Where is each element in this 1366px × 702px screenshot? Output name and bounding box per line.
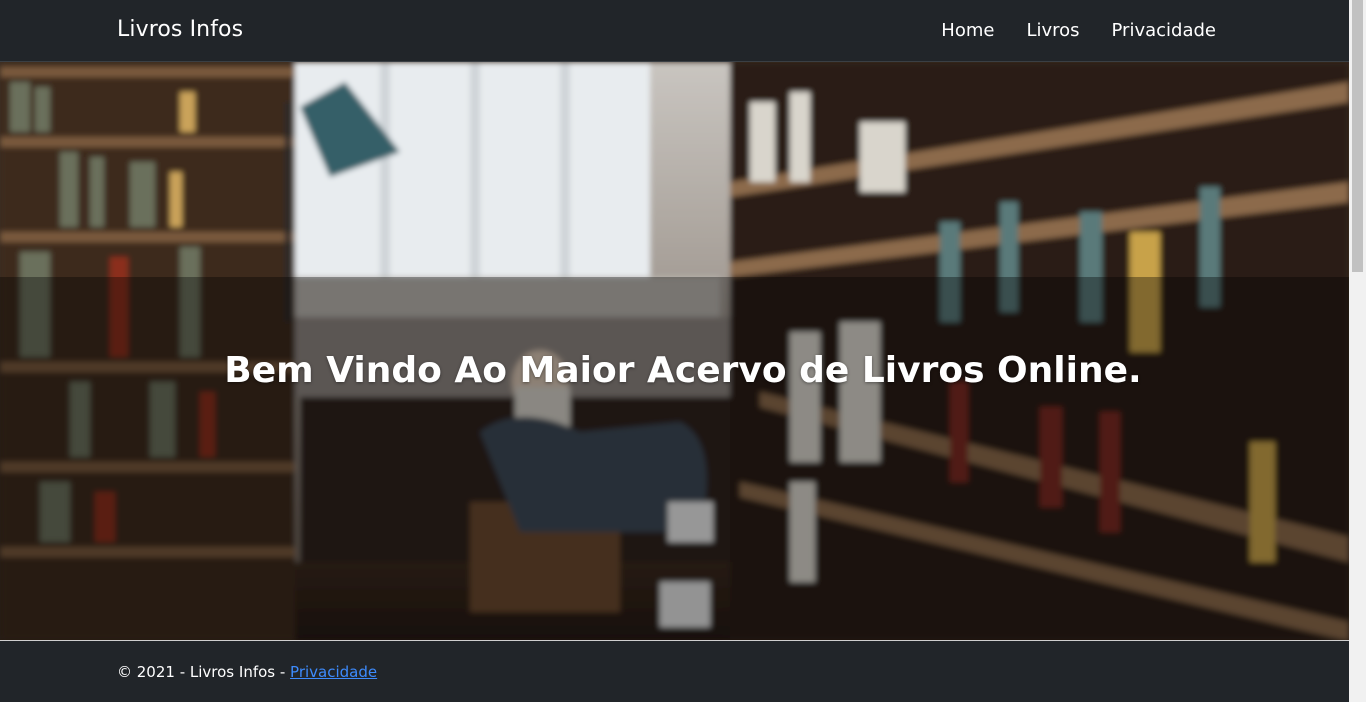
scrollbar-thumb[interactable] xyxy=(1352,0,1363,272)
nav-link-livros[interactable]: Livros xyxy=(1026,20,1079,41)
nav-links: Home Livros Privacidade xyxy=(941,20,1216,41)
top-navbar: Livros Infos Home Livros Privacidade xyxy=(0,0,1349,62)
brand-link[interactable]: Livros Infos xyxy=(117,17,243,42)
nav-link-home[interactable]: Home xyxy=(941,20,994,41)
hero-banner: Bem Vindo Ao Maior Acervo de Livros Onli… xyxy=(0,62,1349,641)
footer-text: © 2021 - Livros Infos - Privacidade xyxy=(117,663,377,681)
footer-copyright: © 2021 - Livros Infos - xyxy=(117,663,291,681)
footer-privacy-link[interactable]: Privacidade xyxy=(290,663,377,681)
nav-link-privacidade[interactable]: Privacidade xyxy=(1112,20,1216,41)
hero-title: Bem Vindo Ao Maior Acervo de Livros Onli… xyxy=(224,350,1142,391)
footer: © 2021 - Livros Infos - Privacidade xyxy=(0,642,1349,702)
vertical-scrollbar[interactable] xyxy=(1349,0,1366,702)
